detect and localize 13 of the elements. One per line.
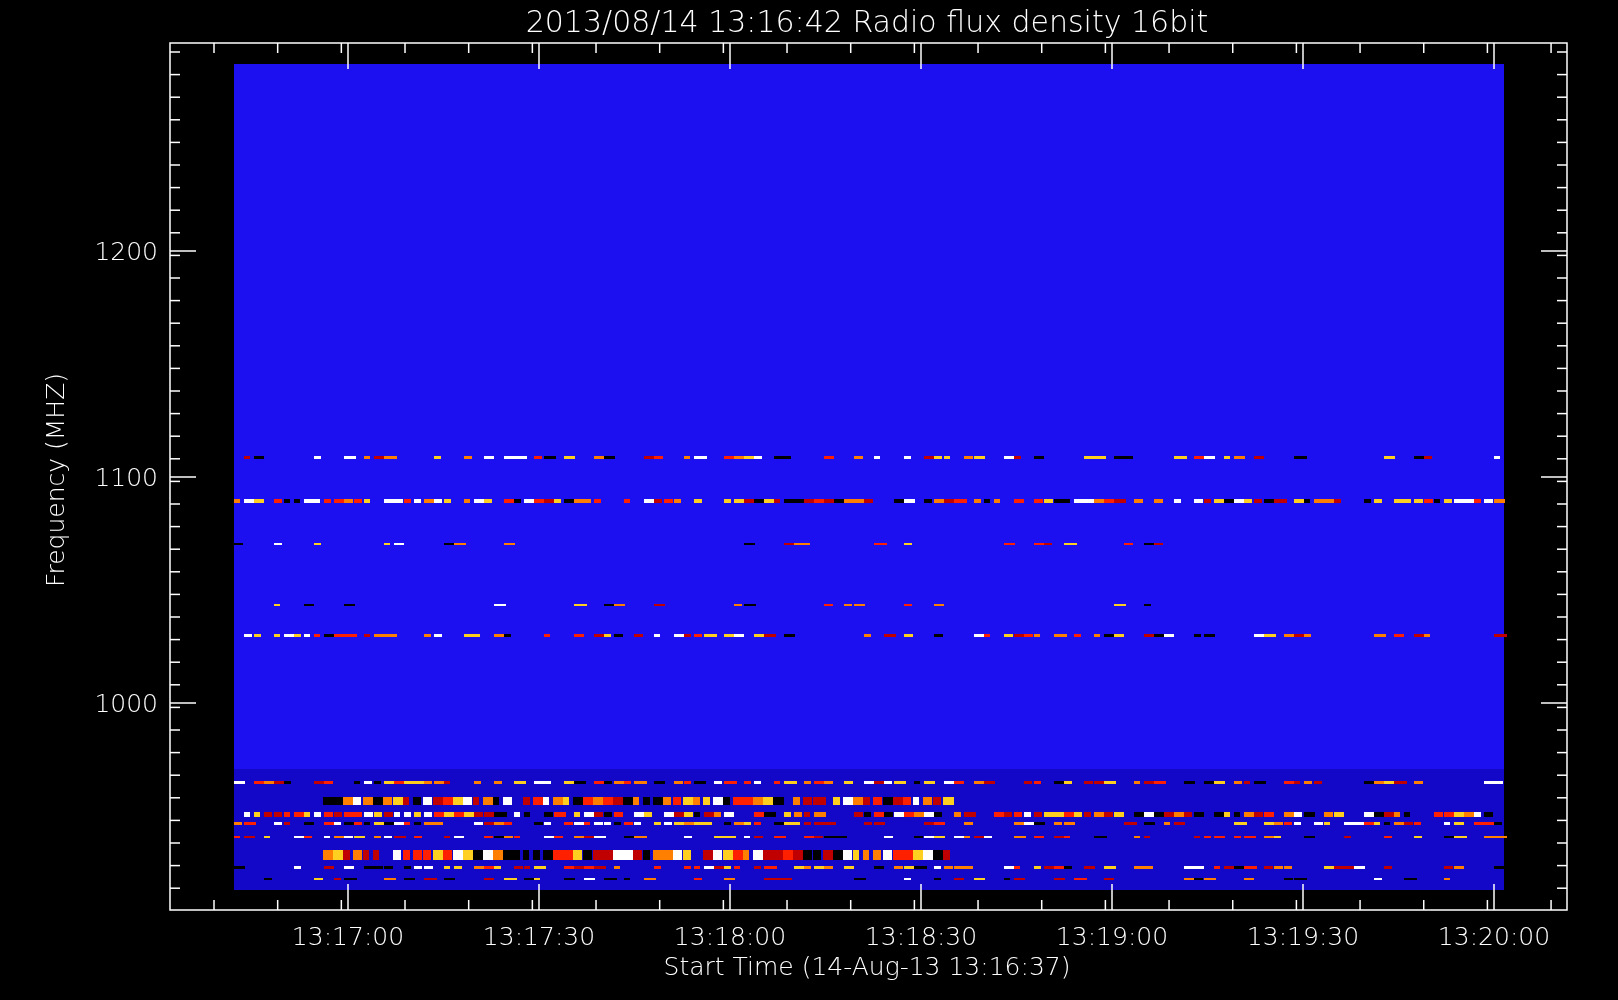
x-tick-label: 13:17:00 <box>291 922 405 951</box>
x-tick-label: 13:18:00 <box>673 922 787 951</box>
x-tick-label: 13:18:30 <box>864 922 978 951</box>
y-tick-label: 1200 <box>94 237 158 266</box>
x-tick-label: 13:19:30 <box>1246 922 1360 951</box>
chart-title: 2013/08/14 13:16:42 Radio flux density 16bit <box>525 4 1209 39</box>
x-tick-label: 13:19:00 <box>1055 922 1169 951</box>
x-axis-label: Start Time (14-Aug-13 13:16:37) <box>663 952 1071 981</box>
y-axis-label: Frequency (MHZ) <box>41 372 70 588</box>
x-tick-label: 13:20:00 <box>1437 922 1551 951</box>
x-tick-label: 13:17:30 <box>482 922 596 951</box>
y-tick-label: 1000 <box>94 689 158 718</box>
y-tick-label: 1100 <box>94 463 158 492</box>
